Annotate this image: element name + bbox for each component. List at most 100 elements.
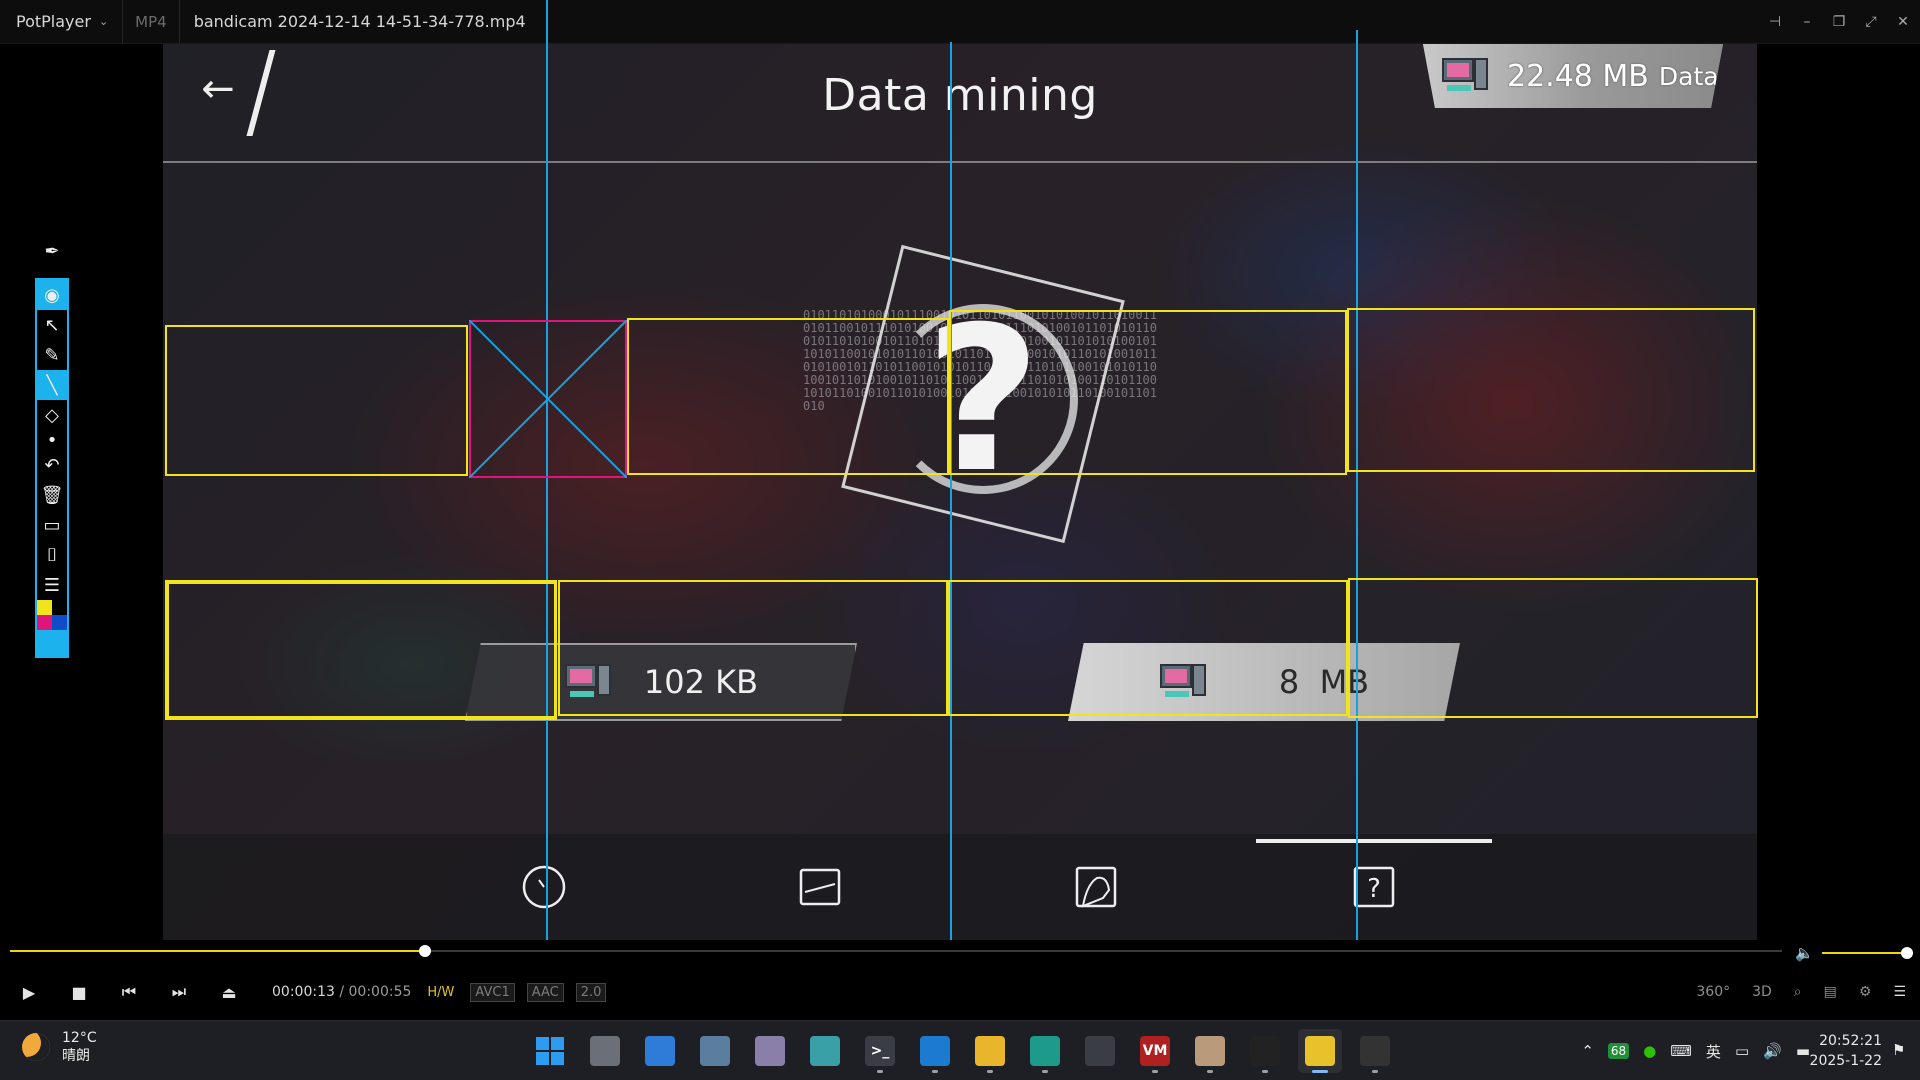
volume-control[interactable]: 🔈	[1795, 944, 1913, 962]
qq-icon	[1250, 1036, 1280, 1066]
keyboard-icon[interactable]: ⌨	[1670, 1042, 1692, 1060]
taskbar-app-triangle-app[interactable]	[803, 1029, 847, 1073]
menu-icon[interactable]: ☰	[1893, 984, 1906, 1000]
character-icon	[1075, 866, 1117, 908]
terminal-icon: >_	[865, 1036, 895, 1066]
video-codec-tag[interactable]: AVC1	[470, 982, 515, 1002]
audio-channels-tag[interactable]: 2.0	[575, 982, 607, 1002]
pencil-icon[interactable]: ✎	[36, 340, 68, 370]
color-swatches[interactable]	[37, 600, 67, 656]
taskbar-app-character-app[interactable]	[1188, 1029, 1232, 1073]
taskbar-app-file-explorer[interactable]	[968, 1029, 1012, 1073]
volume-slider[interactable]	[1821, 947, 1913, 959]
triangle-app-icon	[810, 1036, 840, 1066]
minimize-button[interactable]: –	[1800, 14, 1814, 30]
taskbar-app-scp[interactable]	[1078, 1029, 1122, 1073]
time-current: 00:00:13	[272, 984, 335, 1000]
running-indicator	[877, 1070, 883, 1073]
taskbar-app-steam-like[interactable]	[693, 1029, 737, 1073]
trash-icon[interactable]: 🗑	[36, 480, 68, 510]
pen-toolbar: ✒ ◉ ↖ ✎ ╲ ◇ • ↶ 🗑 ▭ ⌷ ☰	[34, 236, 70, 658]
chevron-down-icon: ⌄	[98, 15, 109, 28]
start-icon	[535, 1036, 565, 1066]
vscode-icon	[920, 1036, 950, 1066]
search-icon[interactable]: ⌕	[1794, 984, 1802, 1000]
swatch-pink[interactable]	[37, 615, 52, 630]
notification-icon[interactable]: ⚑	[1892, 1041, 1908, 1059]
ime-indicator[interactable]: 英	[1706, 1041, 1721, 1062]
title-bar: PotPlayer ⌄ MP4 bandicam 2024-12-14 14-5…	[0, 0, 1920, 44]
taskbar-app-task-view[interactable]	[583, 1029, 627, 1073]
pin-icon[interactable]: ⊣	[1768, 14, 1782, 30]
pen-nib-icon[interactable]: ✒	[36, 236, 68, 266]
swatch-cyan-selected[interactable]	[37, 630, 67, 656]
taskbar-app-vscode[interactable]	[913, 1029, 957, 1073]
taskbar-app-anime-app[interactable]	[748, 1029, 792, 1073]
anime-app-icon	[755, 1036, 785, 1066]
taskbar-app-start[interactable]	[528, 1029, 572, 1073]
swatch-black[interactable]	[52, 600, 67, 615]
next-button[interactable]: ⏭	[154, 966, 204, 1018]
eye-icon[interactable]: ◉	[36, 280, 68, 310]
pinned-apps: >_ VM	[528, 1029, 1397, 1073]
battery-icon[interactable]: ▬	[1796, 1042, 1810, 1060]
taskbar-app-qq[interactable]	[1243, 1029, 1287, 1073]
annotation-box	[949, 310, 1347, 475]
taskbar-app-terminal[interactable]: >_	[858, 1029, 902, 1073]
vr-360-button[interactable]: 360°	[1696, 984, 1730, 1000]
taskbar-app-voicemeeter[interactable]: VM	[1133, 1029, 1177, 1073]
annotation-cross	[469, 320, 627, 478]
running-indicator	[1042, 1070, 1048, 1073]
camera-icon[interactable]: ⌷	[36, 540, 68, 570]
app-menu-button[interactable]: PotPlayer ⌄	[0, 0, 124, 43]
cursor-icon[interactable]: ↖	[36, 310, 68, 340]
pen-tool-panel: ◉ ↖ ✎ ╲ ◇ • ↶ 🗑 ▭ ⌷ ☰	[35, 278, 69, 658]
eject-button[interactable]: ⏏	[204, 966, 254, 1018]
network-icon[interactable]: ▭	[1735, 1042, 1749, 1060]
restore-button[interactable]: ❐	[1832, 14, 1846, 30]
seek-bar[interactable]	[10, 945, 1782, 957]
running-indicator	[1262, 1070, 1268, 1073]
close-button[interactable]: ✕	[1896, 14, 1910, 30]
eraser-icon[interactable]: ◇	[36, 400, 68, 430]
clipboard-icon[interactable]: ☰	[36, 570, 68, 600]
clock[interactable]: 20:52:21 2025-1-22	[1810, 1031, 1882, 1071]
volume-icon[interactable]: 🔊	[1763, 1042, 1782, 1060]
gear-icon[interactable]: ⚙	[1859, 984, 1872, 1000]
pen-tool-icon	[1360, 1036, 1390, 1066]
time-display: 00:00:13 / 00:00:55	[272, 984, 412, 1000]
taskbar-app-photos[interactable]	[638, 1029, 682, 1073]
hw-decode-tag[interactable]: H/W	[423, 984, 458, 1001]
chevron-up-icon[interactable]: ⌃	[1581, 1042, 1594, 1060]
weather-widget[interactable]: 12°C 晴朗	[22, 1029, 97, 1065]
voicemeeter-icon: VM	[1140, 1036, 1170, 1066]
taskbar-app-pen-tool[interactable]	[1353, 1029, 1397, 1073]
speaker-muted-icon[interactable]: 🔈	[1795, 944, 1814, 962]
annotation-box	[948, 580, 1348, 716]
play-button[interactable]: ▶	[4, 966, 54, 1018]
swatch-yellow[interactable]	[37, 600, 52, 615]
dot-size-icon[interactable]: •	[36, 430, 68, 451]
volume-handle[interactable]	[1900, 947, 1913, 959]
annotation-box	[165, 325, 468, 476]
running-indicator	[1312, 1070, 1328, 1073]
subtitle-icon[interactable]: ▤	[1824, 984, 1837, 1000]
tray-badge[interactable]: 68	[1607, 1043, 1630, 1059]
undo-icon[interactable]: ↶	[36, 450, 68, 480]
wechat-icon[interactable]: ●	[1643, 1042, 1656, 1060]
file-explorer-icon	[975, 1036, 1005, 1066]
taskbar-app-potplayer[interactable]	[1298, 1029, 1342, 1073]
fullscreen-button[interactable]: ⤢	[1864, 14, 1878, 30]
video-frame[interactable]: ← Data mining 22.48 MB Data 010110101000…	[163, 44, 1757, 940]
taskbar: 12°C 晴朗 >_ VM ⌃ 68 ● ⌨ 英 ▭ 🔊 ▬ 20:52:21 2…	[0, 1020, 1920, 1080]
format-label: MP4	[123, 0, 180, 43]
whiteboard-icon[interactable]: ▭	[36, 510, 68, 540]
line-tool-icon[interactable]: ╲	[36, 370, 68, 400]
audio-codec-tag[interactable]: AAC	[526, 982, 564, 1002]
previous-button[interactable]: ⏮	[104, 966, 154, 1018]
3d-button[interactable]: 3D	[1752, 984, 1772, 1000]
swatch-blue[interactable]	[52, 615, 67, 630]
seek-handle[interactable]	[418, 945, 431, 957]
taskbar-app-edge[interactable]	[1023, 1029, 1067, 1073]
stop-button[interactable]: ■	[54, 966, 104, 1018]
